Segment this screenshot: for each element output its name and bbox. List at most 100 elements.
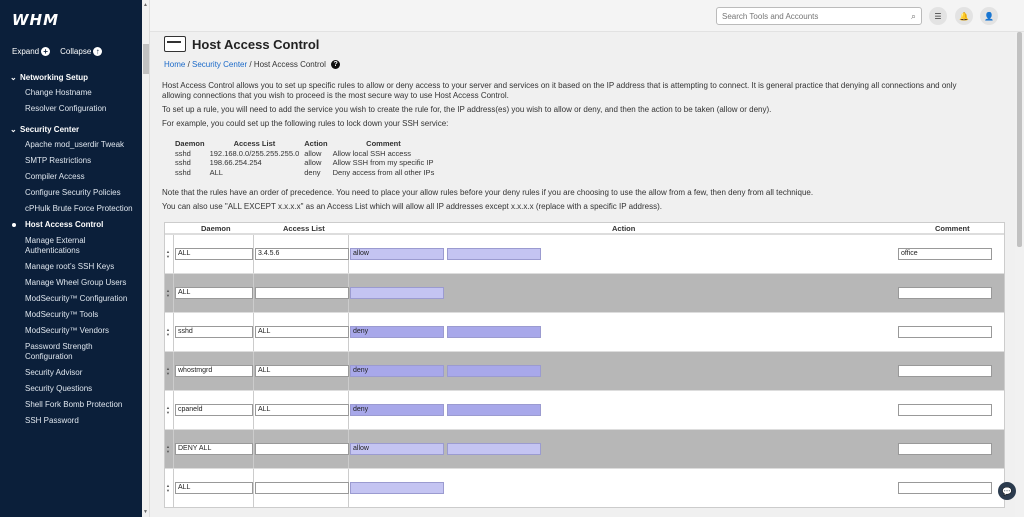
access-list-input[interactable]: ALL (255, 365, 349, 377)
daemon-input[interactable]: sshd (175, 326, 253, 338)
sidebar-item-compiler-access[interactable]: Compiler Access (0, 169, 142, 185)
daemon-input[interactable]: cpaneld (175, 404, 253, 416)
reorder-arrows-icon[interactable]: ▲ ▼ (166, 405, 172, 415)
reorder-arrows-icon[interactable]: ▲ ▼ (166, 444, 172, 454)
sidebar-item-host-access-control[interactable]: Host Access Control (0, 217, 142, 233)
sidebar-section-security-center[interactable]: ⌄ Security Center (0, 122, 142, 137)
search-box[interactable]: ⌕ (716, 7, 922, 25)
sidebar-item-ssh-password[interactable]: SSH Password (0, 413, 142, 429)
action-select[interactable]: deny (350, 365, 444, 377)
action-secondary-select[interactable] (447, 365, 541, 377)
reorder-arrows-icon[interactable]: ▲ ▼ (166, 483, 172, 493)
comment-input[interactable] (898, 443, 992, 455)
access-list-input[interactable] (255, 443, 349, 455)
chat-icon[interactable]: 💬 (998, 482, 1016, 500)
rule-row: ▲ ▼ DENY ALL allow (165, 429, 1004, 468)
page-title: Host Access Control (192, 37, 320, 52)
action-secondary-select[interactable] (447, 404, 541, 416)
reorder-arrows-icon[interactable]: ▲ ▼ (166, 288, 172, 298)
comment-input[interactable] (898, 365, 992, 377)
example-cell: sshd (175, 148, 191, 158)
rule-row: ▲ ▼ whostmgrd ALL deny (165, 351, 1004, 390)
sidebar-item-apache-mod-userdir[interactable]: Apache mod_userdir Tweak (0, 137, 142, 153)
list-icon[interactable]: ☰ (929, 7, 947, 25)
sidebar-section-networking-setup[interactable]: ⌄ Networking Setup (0, 70, 142, 85)
search-icon[interactable]: ⌕ (911, 11, 916, 22)
column-divider (253, 352, 254, 390)
comment-input[interactable] (898, 404, 992, 416)
reorder-arrows-icon[interactable]: ▲ ▼ (166, 327, 172, 337)
precedence-note: Note that the rules have an order of pre… (162, 188, 814, 197)
breadcrumb-security-center[interactable]: Security Center (192, 60, 247, 69)
action-select[interactable] (350, 482, 444, 494)
sidebar-item-password-strength[interactable]: Password Strength Configuration (0, 339, 142, 365)
column-divider (173, 391, 174, 429)
daemon-input[interactable]: whostmgrd (175, 365, 253, 377)
bell-icon[interactable]: 🔔 (955, 7, 973, 25)
sidebar-item-cphulk[interactable]: cPHulk Brute Force Protection (0, 201, 142, 217)
sidebar-item-security-questions[interactable]: Security Questions (0, 381, 142, 397)
example-header: Daemon (175, 139, 205, 148)
comment-input[interactable]: office (898, 248, 992, 260)
daemon-input[interactable]: ALL (175, 287, 253, 299)
daemon-input[interactable]: DENY ALL (175, 443, 253, 455)
sidebar-scrollbar[interactable]: ▲ ▼ (142, 0, 150, 517)
rule-row: ▲ ▼ ALL (165, 468, 1004, 507)
sidebar-scroll-thumb[interactable] (143, 44, 149, 74)
sidebar-item-resolver-configuration[interactable]: Resolver Configuration (0, 101, 142, 117)
section-title: Networking Setup (20, 73, 89, 82)
expand-button[interactable]: Expand + (12, 47, 51, 56)
action-select[interactable] (350, 287, 444, 299)
search-input[interactable] (717, 8, 897, 24)
access-list-input[interactable] (255, 287, 349, 299)
scroll-down-arrow-icon[interactable]: ▼ (143, 509, 148, 515)
action-select[interactable]: allow (350, 443, 444, 455)
example-cell: sshd (175, 167, 191, 177)
whm-logo[interactable]: WHM (12, 11, 59, 29)
sidebar-item-manage-wheel-group[interactable]: Manage Wheel Group Users (0, 275, 142, 291)
sidebar: WHM Expand + Collapse ↑ ⌄ Networking Setup … (0, 0, 142, 517)
column-divider (173, 235, 174, 273)
action-select[interactable]: deny (350, 326, 444, 338)
sidebar-item-manage-external-auth[interactable]: Manage External Authentications (0, 233, 142, 259)
sidebar-item-shell-fork-bomb[interactable]: Shell Fork Bomb Protection (0, 397, 142, 413)
scroll-up-arrow-icon[interactable]: ▲ (143, 2, 148, 8)
page-scroll-thumb[interactable] (1017, 32, 1022, 247)
sidebar-item-security-advisor[interactable]: Security Advisor (0, 365, 142, 381)
comment-input[interactable] (898, 326, 992, 338)
sidebar-item-smtp-restrictions[interactable]: SMTP Restrictions (0, 153, 142, 169)
sidebar-item-modsecurity-configuration[interactable]: ModSecurity™ Configuration (0, 291, 142, 307)
reorder-arrows-icon[interactable]: ▲ ▼ (166, 249, 172, 259)
page-scrollbar[interactable] (1015, 32, 1024, 517)
sidebar-item-change-hostname[interactable]: Change Hostname (0, 85, 142, 101)
sidebar-item-modsecurity-vendors[interactable]: ModSecurity™ Vendors (0, 323, 142, 339)
access-list-input[interactable]: ALL (255, 404, 349, 416)
action-secondary-select[interactable] (447, 248, 541, 260)
sidebar-nav: ⌄ Networking Setup Change Hostname Resolv… (0, 70, 142, 429)
access-list-input[interactable]: ALL (255, 326, 349, 338)
collapse-button[interactable]: Collapse ↑ (60, 47, 103, 56)
column-divider (173, 430, 174, 468)
sidebar-item-manage-root-ssh-keys[interactable]: Manage root’s SSH Keys (0, 259, 142, 275)
action-select[interactable]: deny (350, 404, 444, 416)
column-divider (253, 430, 254, 468)
daemon-input[interactable]: ALL (175, 482, 253, 494)
reorder-arrows-icon[interactable]: ▲ ▼ (166, 366, 172, 376)
action-secondary-select[interactable] (447, 326, 541, 338)
sidebar-item-configure-security-policies[interactable]: Configure Security Policies (0, 185, 142, 201)
column-divider (253, 235, 254, 273)
comment-input[interactable] (898, 482, 992, 494)
action-select[interactable]: allow (350, 248, 444, 260)
user-icon[interactable]: 👤 (980, 7, 998, 25)
expand-collapse-row: Expand + Collapse ↑ (12, 47, 103, 56)
breadcrumb: Home / Security Center / Host Access Con… (164, 60, 341, 70)
help-icon[interactable]: ? (331, 60, 341, 70)
action-secondary-select[interactable] (447, 443, 541, 455)
access-list-input[interactable] (255, 482, 349, 494)
example-cell: sshd (175, 158, 191, 167)
comment-input[interactable] (898, 287, 992, 299)
daemon-input[interactable]: ALL (175, 248, 253, 260)
sidebar-item-modsecurity-tools[interactable]: ModSecurity™ Tools (0, 307, 142, 323)
breadcrumb-home[interactable]: Home (164, 60, 185, 69)
access-list-input[interactable]: 3.4.5.6 (255, 248, 349, 260)
